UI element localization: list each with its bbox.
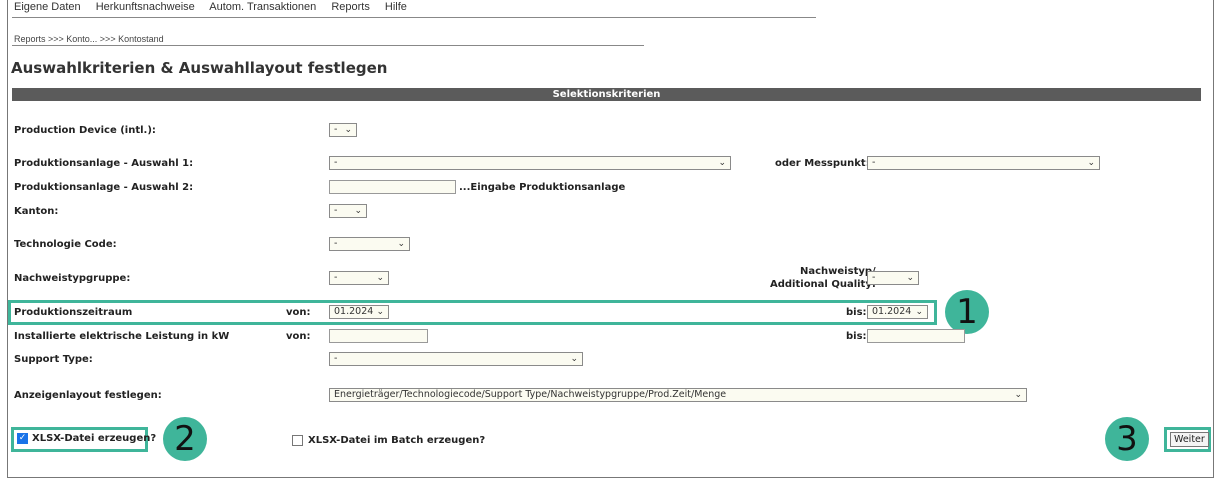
support-type-value: - <box>334 353 338 364</box>
chevron-down-icon: ⌄ <box>1087 158 1095 168</box>
auswahl1-label: Produktionsanlage - Auswahl 1: <box>14 158 194 169</box>
breadcrumb-divider <box>12 45 644 46</box>
chevron-down-icon: ⌄ <box>376 307 384 317</box>
technologie-label: Technologie Code: <box>14 239 117 250</box>
zeitraum-bis-select[interactable]: 01.2024 ⌄ <box>867 305 928 319</box>
nachweistypgruppe-label: Nachweistypgruppe: <box>14 273 131 284</box>
auswahl2-label: Produktionsanlage - Auswahl 2: <box>14 182 194 193</box>
messpunkt-value: - <box>872 157 876 168</box>
chevron-down-icon: ⌄ <box>1014 390 1022 400</box>
support-type-select[interactable]: - ⌄ <box>329 352 583 366</box>
production-device-value: - <box>334 124 338 135</box>
menu-divider <box>12 17 816 18</box>
weiter-button[interactable]: Weiter <box>1170 432 1209 447</box>
support-type-label: Support Type: <box>14 354 93 365</box>
messpunkt-label: oder Messpunkt: <box>775 158 870 169</box>
kanton-value: - <box>334 205 338 216</box>
kanton-select[interactable]: - ⌄ <box>329 204 367 218</box>
zeitraum-von-select[interactable]: 01.2024 ⌄ <box>329 305 389 319</box>
chevron-down-icon: ⌄ <box>718 158 726 168</box>
leistung-bis-label: bis: <box>846 331 867 342</box>
auswahl1-value: - <box>334 157 338 168</box>
leistung-von-label: von: <box>286 331 311 342</box>
xlsx-batch-label: XLSX-Datei im Batch erzeugen? <box>308 435 486 446</box>
menu-bar: Eigene Daten Herkunftsnachweise Autom. T… <box>14 1 419 13</box>
menu-item-eigene-daten[interactable]: Eigene Daten <box>14 1 81 13</box>
xlsx-batch-checkbox[interactable] <box>292 435 303 446</box>
kanton-label: Kanton: <box>14 206 59 217</box>
nachweistyp-label-line1: Nachweistyp/ <box>800 266 876 277</box>
zeitraum-bis-label: bis: <box>846 307 867 318</box>
zeitraum-bis-value: 01.2024 <box>872 306 912 317</box>
technologie-select[interactable]: - ⌄ <box>329 237 410 251</box>
layout-select[interactable]: Energieträger/Technologiecode/Support Ty… <box>329 388 1027 402</box>
auswahl2-input[interactable] <box>329 180 456 194</box>
zeitraum-von-label: von: <box>286 307 311 318</box>
leistung-bis-input[interactable] <box>867 329 965 343</box>
chevron-down-icon: ⌄ <box>376 273 384 283</box>
auswahl1-select[interactable]: - ⌄ <box>329 156 731 170</box>
chevron-down-icon: ⌄ <box>915 307 923 317</box>
nachweistyp-select[interactable]: - ⌄ <box>867 271 919 285</box>
messpunkt-select[interactable]: - ⌄ <box>867 156 1100 170</box>
chevron-down-icon: ⌄ <box>344 125 352 135</box>
production-device-label: Production Device (intl.): <box>14 125 156 136</box>
chevron-down-icon: ⌄ <box>397 239 405 249</box>
menu-item-herkunftsnachweise[interactable]: Herkunftsnachweise <box>96 1 195 13</box>
nachweistypgruppe-select[interactable]: - ⌄ <box>329 271 389 285</box>
chevron-down-icon: ⌄ <box>354 206 362 216</box>
production-device-select[interactable]: - ⌄ <box>329 123 357 137</box>
menu-item-hilfe[interactable]: Hilfe <box>385 1 407 13</box>
zeitraum-label: Produktionszeitraum <box>14 307 133 318</box>
nachweistyp-label-line2: Additional Quality: <box>770 279 876 290</box>
xlsx-label: XLSX-Datei erzeugen? <box>32 433 157 444</box>
marker-1: 1 <box>945 290 989 334</box>
page-title: Auswahlkriterien & Auswahllayout festleg… <box>11 59 388 77</box>
technologie-value: - <box>334 238 338 249</box>
menu-item-autom-transaktionen[interactable]: Autom. Transaktionen <box>209 1 316 13</box>
marker-3: 3 <box>1105 417 1149 461</box>
nachweistyp-value: - <box>872 272 876 283</box>
leistung-label: Installierte elektrische Leistung in kW <box>14 331 230 342</box>
auswahl2-hint: ...Eingabe Produktionsanlage <box>459 182 626 193</box>
chevron-down-icon: ⌄ <box>906 273 914 283</box>
nachweistypgruppe-value: - <box>334 272 338 283</box>
zeitraum-highlight <box>8 300 937 325</box>
layout-label: Anzeigenlayout festlegen: <box>14 390 162 401</box>
section-header: Selektionskriterien <box>12 88 1201 101</box>
zeitraum-von-value: 01.2024 <box>334 306 374 317</box>
xlsx-checkbox[interactable]: ✓ <box>17 433 28 444</box>
chevron-down-icon: ⌄ <box>570 354 578 364</box>
menu-item-reports[interactable]: Reports <box>331 1 370 13</box>
layout-value: Energieträger/Technologiecode/Support Ty… <box>334 389 727 400</box>
leistung-von-input[interactable] <box>329 329 428 343</box>
breadcrumb[interactable]: Reports >>> Konto... >>> Kontostand <box>14 34 164 44</box>
marker-2: 2 <box>163 417 207 461</box>
